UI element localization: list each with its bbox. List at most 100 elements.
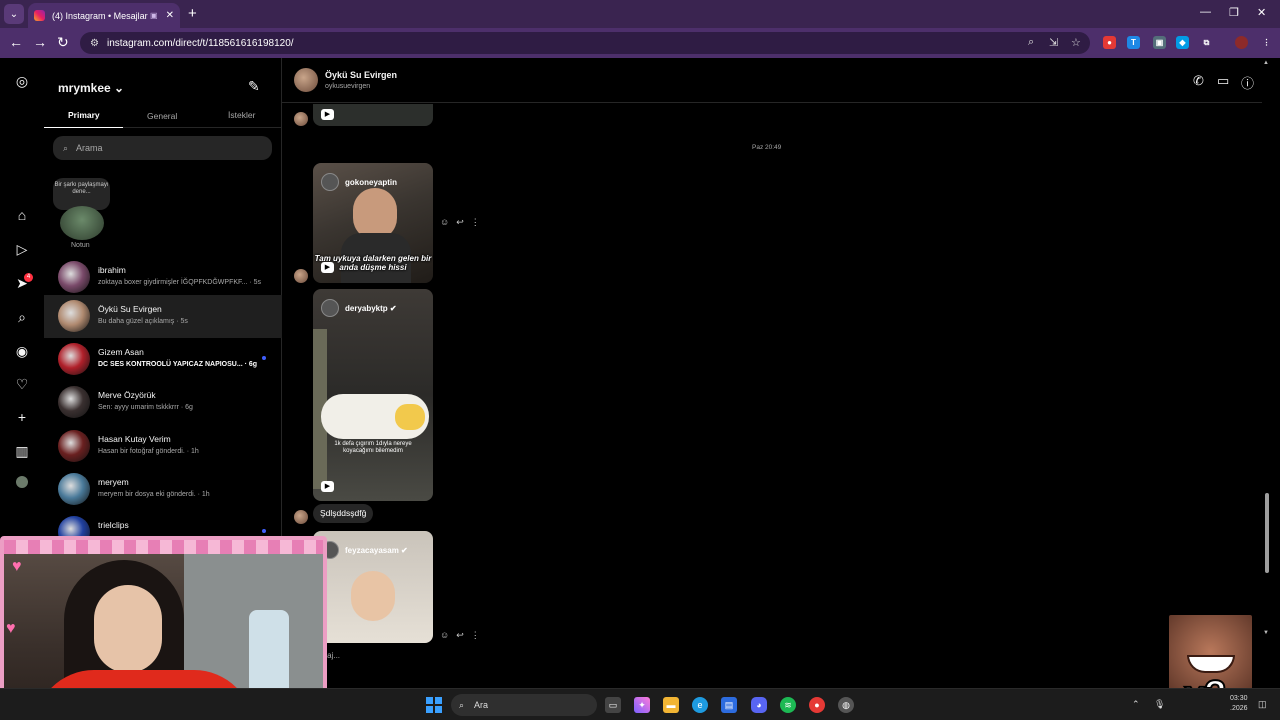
profile-avatar[interactable] — [16, 476, 28, 488]
app-icon[interactable]: ◍ — [838, 697, 854, 713]
thread-item[interactable]: ibrahim zoktaya boxer giydirmişler İĞQPFK… — [44, 256, 282, 299]
thread-item[interactable]: Hasan Kutay Verim Hasan bir fotoğraf gönd… — [44, 425, 282, 468]
unread-dot — [262, 529, 266, 533]
taskbar-search[interactable]: ⌕ Ara — [451, 694, 597, 716]
microphone-icon[interactable]: 🎙 — [1154, 699, 1165, 710]
spotify-icon[interactable]: ≋ — [780, 697, 796, 713]
forward-button[interactable]: → — [33, 34, 47, 50]
contact-avatar[interactable] — [294, 68, 318, 92]
extension-icon[interactable]: ● — [1103, 36, 1116, 49]
compose-icon[interactable]: ✎ — [248, 78, 260, 95]
scroll-up-arrow-icon[interactable]: ▲ — [1263, 60, 1269, 66]
more-options-icon[interactable]: ⋮ — [471, 630, 480, 640]
browser-menu-icon[interactable]: ⋮ — [1260, 36, 1273, 49]
copilot-icon[interactable]: ✦ — [634, 697, 650, 713]
message-input[interactable]: Mesaj... — [312, 651, 1262, 660]
notifications-heart-icon[interactable]: ♡ — [13, 375, 31, 393]
thread-avatar — [58, 300, 90, 332]
create-plus-icon[interactable]: + — [13, 408, 31, 426]
browser-tab-bar: ⌄ (4) Instagram • Mesajlar ▣ ✕ + — ❐ ✕ — [0, 0, 1280, 28]
reel-account-avatar — [321, 299, 339, 317]
reel-caption: 1k defa çıgırım 1dıyla nereye koyacağımı… — [334, 441, 412, 454]
tab-requests[interactable]: İstekler — [228, 110, 255, 120]
reel-message[interactable]: ▶ — [313, 104, 433, 126]
note-label: Notun — [71, 242, 90, 249]
thread-preview: meryem bir dosya eki gönderdi. · 1h — [98, 491, 210, 498]
extension-icon[interactable]: ◆ — [1176, 36, 1189, 49]
thread-avatar — [58, 343, 90, 375]
react-emoji-icon[interactable]: ☺ — [440, 630, 449, 640]
reel-thumbnail — [351, 571, 395, 621]
browser-tab[interactable]: (4) Instagram • Mesajlar ▣ ✕ — [28, 3, 180, 28]
new-tab-button[interactable]: + — [188, 5, 197, 22]
reply-icon[interactable]: ↩ — [456, 217, 464, 227]
reel-message[interactable]: gokoneyaptin Tam uykuya dalarken gelen b… — [313, 163, 433, 283]
conversation-panel: Öykü Su Evirgen oykusuevirgen ✆ ▭ ⓘ ▶ Pa… — [282, 58, 1272, 688]
tab-primary[interactable]: Primary — [68, 110, 100, 120]
dashboard-icon[interactable]: ▥ — [13, 442, 31, 460]
file-explorer-icon[interactable]: ▬ — [663, 697, 679, 713]
search-icon[interactable]: ⌕ — [13, 308, 31, 326]
search-input[interactable]: ⌕ Arama — [53, 136, 272, 160]
system-clock[interactable]: 03:30 .2026 — [1230, 694, 1248, 714]
reels-icon[interactable]: ▷ — [13, 240, 31, 258]
reel-message[interactable]: deryabyktp ✔ 1k defa çıgırım 1dıyla nere… — [313, 289, 433, 501]
install-icon[interactable]: ⇲ — [1049, 36, 1058, 49]
notifications-icon[interactable]: ◫ — [1258, 699, 1267, 710]
scroll-thumb[interactable] — [1265, 493, 1269, 573]
thread-name: Merve Özyörük — [98, 390, 156, 400]
thread-preview: Sen: ayyy umarim tskkkrrr · 6g — [98, 404, 193, 411]
more-options-icon[interactable]: ⋮ — [471, 217, 480, 227]
conversation-header: Öykü Su Evirgen oykusuevirgen ✆ ▭ ⓘ — [282, 58, 1272, 103]
tab-active-indicator — [44, 127, 123, 128]
extension-icon[interactable]: ▣ — [1153, 36, 1166, 49]
inbox-tabs: Primary General İstekler — [44, 108, 282, 128]
back-button[interactable]: ← — [9, 34, 23, 50]
explore-icon[interactable]: ◉ — [13, 342, 31, 360]
reel-message[interactable]: feyzacayasam ✔ — [313, 531, 433, 643]
contact-name[interactable]: Öykü Su Evirgen — [325, 70, 397, 80]
tab-general[interactable]: General — [147, 111, 177, 121]
tab-close-button[interactable]: ✕ — [166, 10, 174, 21]
store-icon[interactable]: ▤ — [721, 697, 737, 713]
thread-item[interactable]: trielclips — [44, 511, 282, 548]
tray-chevron-icon[interactable]: ⌃ — [1132, 699, 1140, 710]
bookmark-star-icon[interactable]: ☆ — [1071, 36, 1081, 49]
thread-item[interactable]: Öykü Su Evirgen Bu daha güzel açıklamış ·… — [44, 295, 282, 338]
window-close-button[interactable]: ✕ — [1257, 6, 1266, 19]
zoom-icon[interactable]: ⌕ — [1028, 36, 1034, 49]
site-settings-icon[interactable]: ⚙ — [90, 38, 99, 49]
scroll-down-arrow-icon[interactable]: ▼ — [1263, 630, 1269, 636]
chat-scrollbar[interactable]: ▲ ▼ — [1262, 58, 1272, 688]
browser-toolbar: ← → ↻ ⚙ instagram.com/direct/t/118561616… — [0, 28, 1280, 58]
info-icon[interactable]: ⓘ — [1241, 73, 1254, 92]
edge-icon[interactable]: e — [692, 697, 708, 713]
chrome-icon[interactable]: ● — [809, 697, 825, 713]
minimize-button[interactable]: — — [1200, 6, 1211, 18]
discord-icon[interactable]: ◕ — [751, 697, 767, 713]
account-switcher[interactable]: mrymkee ⌄ — [58, 81, 124, 95]
reel-account: gokoneyaptin — [345, 177, 398, 187]
webcam-frame-decoration — [4, 540, 323, 554]
thread-item[interactable]: Gizem Asan DC SES KONTROOLÜ YAPICAZ NAPIO… — [44, 338, 282, 381]
cast-icon[interactable]: ▣ — [150, 11, 158, 20]
translate-extension-icon[interactable]: T — [1127, 36, 1140, 49]
address-bar[interactable]: ⚙ instagram.com/direct/t/118561616198120… — [80, 32, 1090, 54]
home-icon[interactable]: ⌂ — [13, 206, 31, 224]
reply-icon[interactable]: ↩ — [456, 630, 464, 640]
task-view-icon[interactable]: ▭ — [605, 697, 621, 713]
react-emoji-icon[interactable]: ☺ — [440, 217, 449, 227]
audio-call-icon[interactable]: ✆ — [1193, 73, 1204, 89]
instagram-logo-icon[interactable]: ◎ — [13, 72, 31, 90]
start-button[interactable] — [426, 697, 442, 713]
video-call-icon[interactable]: ▭ — [1217, 73, 1229, 89]
extensions-puzzle-icon[interactable]: ⧉ — [1200, 36, 1213, 49]
reload-button[interactable]: ↻ — [57, 34, 69, 51]
thread-item[interactable]: meryem meryem bir dosya eki gönderdi. · 1… — [44, 468, 282, 511]
restore-button[interactable]: ❐ — [1229, 6, 1239, 19]
tab-search-button[interactable]: ⌄ — [4, 4, 24, 24]
profile-avatar[interactable] — [1235, 36, 1248, 49]
text-message[interactable]: Şdlşddsşdfğ — [313, 504, 374, 523]
note-avatar[interactable] — [60, 206, 104, 240]
thread-item[interactable]: Merve Özyörük Sen: ayyy umarim tskkkrrr ·… — [44, 381, 282, 424]
